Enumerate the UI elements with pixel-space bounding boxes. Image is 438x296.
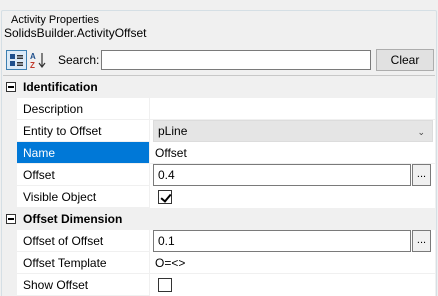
- clear-button[interactable]: Clear: [376, 49, 434, 71]
- property-row-description[interactable]: Description: [3, 98, 435, 120]
- svg-text:A: A: [30, 52, 36, 61]
- category-label: Identification: [23, 80, 98, 94]
- property-name: Description: [17, 98, 150, 120]
- property-value[interactable]: [150, 98, 435, 120]
- property-row-visible-object[interactable]: Visible Object: [3, 186, 435, 208]
- property-value[interactable]: O=<>: [150, 252, 435, 274]
- category-label: Offset Dimension: [23, 212, 123, 226]
- property-row-offset-template[interactable]: Offset Template O=<>: [3, 252, 435, 274]
- property-row-show-offset[interactable]: Show Offset: [3, 274, 435, 296]
- property-name: Visible Object: [17, 186, 150, 208]
- property-name: Name: [17, 142, 150, 164]
- offset-ellipsis-button[interactable]: ...: [412, 164, 431, 186]
- property-name: Offset of Offset: [17, 230, 150, 252]
- property-grid-toolbar: A Z Search: Clear: [4, 49, 434, 71]
- search-label: Search:: [58, 53, 100, 67]
- category-offset-dimension[interactable]: Offset Dimension: [3, 208, 435, 230]
- property-name: Offset: [17, 164, 150, 186]
- visible-object-checkbox[interactable]: [158, 190, 172, 204]
- property-value[interactable]: Offset: [150, 142, 435, 164]
- categorized-view-icon: [10, 54, 23, 66]
- show-offset-checkbox[interactable]: [158, 278, 172, 292]
- property-name: Show Offset: [17, 274, 150, 296]
- group-title: Activity Properties: [9, 14, 102, 26]
- alphabetical-sort-icon: A Z: [30, 52, 46, 70]
- property-row-offset-of-offset[interactable]: Offset of Offset 0.1 ...: [3, 230, 435, 252]
- alphabetical-sort-button[interactable]: A Z: [28, 50, 49, 70]
- offset-of-offset-value-field[interactable]: 0.1: [153, 230, 411, 252]
- search-input[interactable]: [101, 50, 371, 70]
- chevron-down-icon[interactable]: ⌄: [417, 122, 425, 142]
- categorized-view-button[interactable]: [6, 50, 27, 70]
- category-identification[interactable]: Identification: [3, 76, 435, 98]
- property-name: Entity to Offset: [17, 120, 150, 142]
- offset-value-field[interactable]: 0.4: [153, 164, 411, 186]
- dropdown-value: pLine: [158, 124, 188, 138]
- entity-to-offset-dropdown[interactable]: pLine ⌄: [153, 120, 433, 142]
- property-name: Offset Template: [17, 252, 150, 274]
- property-row-name[interactable]: Name Offset: [3, 142, 435, 164]
- offset-of-offset-ellipsis-button[interactable]: ...: [412, 230, 431, 252]
- property-row-offset[interactable]: Offset 0.4 ...: [3, 164, 435, 186]
- svg-text:Z: Z: [30, 61, 35, 70]
- property-grid: Identification Description Entity to Off…: [3, 75, 435, 296]
- property-row-entity-to-offset[interactable]: Entity to Offset pLine ⌄: [3, 120, 435, 142]
- object-class-name: SolidsBuilder.ActivityOffset: [4, 26, 147, 40]
